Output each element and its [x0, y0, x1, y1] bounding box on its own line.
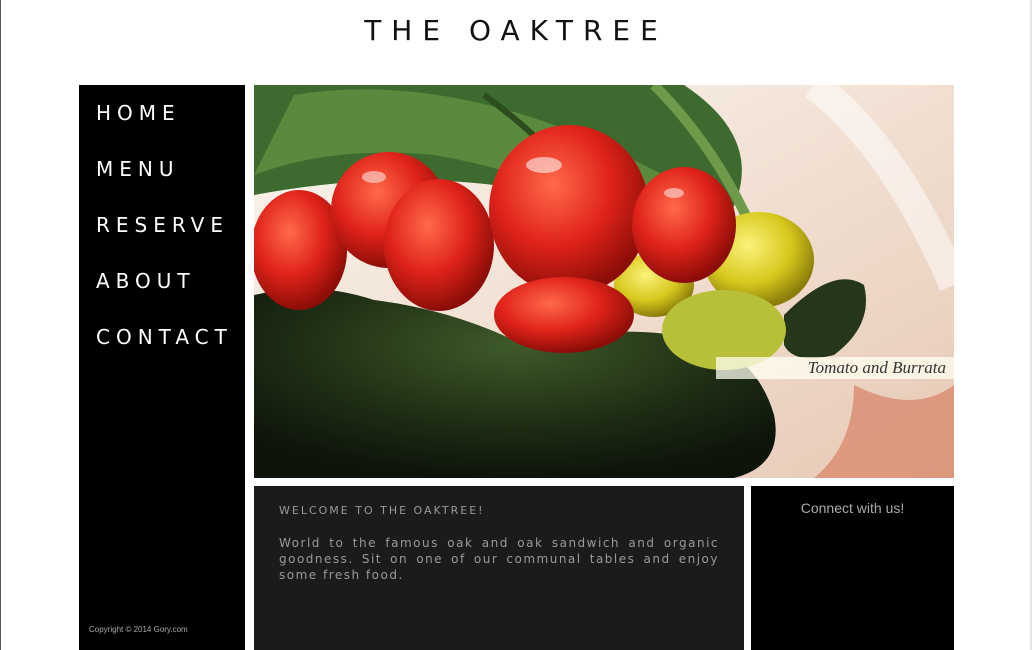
nav-item-about[interactable]: ABOUT — [96, 269, 196, 293]
hero-caption: Tomato and Burrata — [807, 358, 946, 377]
nav-item-home[interactable]: HOME — [96, 101, 181, 125]
connect-panel: Connect with us! — [751, 486, 954, 650]
hero-food-illustration — [254, 85, 954, 478]
nav-item-contact[interactable]: CONTACT — [96, 325, 233, 349]
welcome-title: WELCOME TO THE OAKTREE! — [279, 504, 485, 517]
site-title: THE OAKTREE — [364, 14, 668, 47]
welcome-body: World to the famous oak and oak sandwich… — [279, 536, 719, 582]
sidebar-nav: HOME MENU RESERVE ABOUT CONTACT Copyrigh… — [79, 85, 245, 650]
nav-item-menu[interactable]: MENU — [96, 157, 180, 181]
hero-image: Tomato and Burrata — [254, 85, 954, 478]
nav-item-reserve[interactable]: RESERVE — [96, 213, 229, 237]
copyright-text: Copyright © 2014 Gory.com — [89, 625, 188, 634]
welcome-panel: WELCOME TO THE OAKTREE! World to the fam… — [254, 486, 744, 650]
connect-title: Connect with us! — [800, 500, 905, 516]
hero-caption-bar: Tomato and Burrata — [716, 357, 954, 379]
page-left-border — [0, 0, 1, 650]
